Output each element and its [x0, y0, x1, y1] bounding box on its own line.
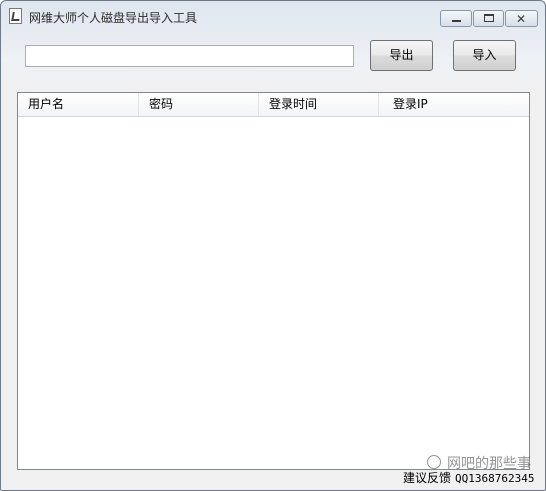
- maximize-button[interactable]: [473, 10, 504, 27]
- maximize-icon: [484, 14, 494, 22]
- column-header-login-ip[interactable]: 登录IP: [379, 93, 529, 116]
- wechat-icon: [427, 455, 441, 469]
- close-button[interactable]: ✕: [505, 10, 538, 27]
- title-bar[interactable]: 网维大师个人磁盘导出导入工具 ✕: [1, 1, 545, 31]
- close-icon: ✕: [516, 12, 527, 26]
- minimize-button[interactable]: [440, 10, 472, 27]
- column-header-username[interactable]: 用户名: [18, 93, 139, 116]
- app-icon: [9, 8, 22, 24]
- window-title: 网维大师个人磁盘导出导入工具: [29, 11, 198, 25]
- feedback-link[interactable]: 建议反馈 QQ1368762345: [403, 469, 535, 486]
- list-header: 用户名 密码 登录时间 登录IP: [18, 93, 529, 117]
- user-list[interactable]: 用户名 密码 登录时间 登录IP: [17, 92, 530, 470]
- import-button[interactable]: 导入: [453, 40, 516, 71]
- feedback-label: 建议反馈: [403, 471, 452, 485]
- column-header-login-time[interactable]: 登录时间: [259, 93, 379, 116]
- main-window: 网维大师个人磁盘导出导入工具 ✕ 导出 导入 用户名 密码 登录时间 登录IP …: [0, 0, 546, 491]
- path-input[interactable]: [25, 45, 354, 67]
- export-button[interactable]: 导出: [370, 40, 433, 71]
- column-header-password[interactable]: 密码: [139, 93, 259, 116]
- minimize-icon: [452, 20, 461, 22]
- qq-number: QQ1368762345: [455, 472, 535, 485]
